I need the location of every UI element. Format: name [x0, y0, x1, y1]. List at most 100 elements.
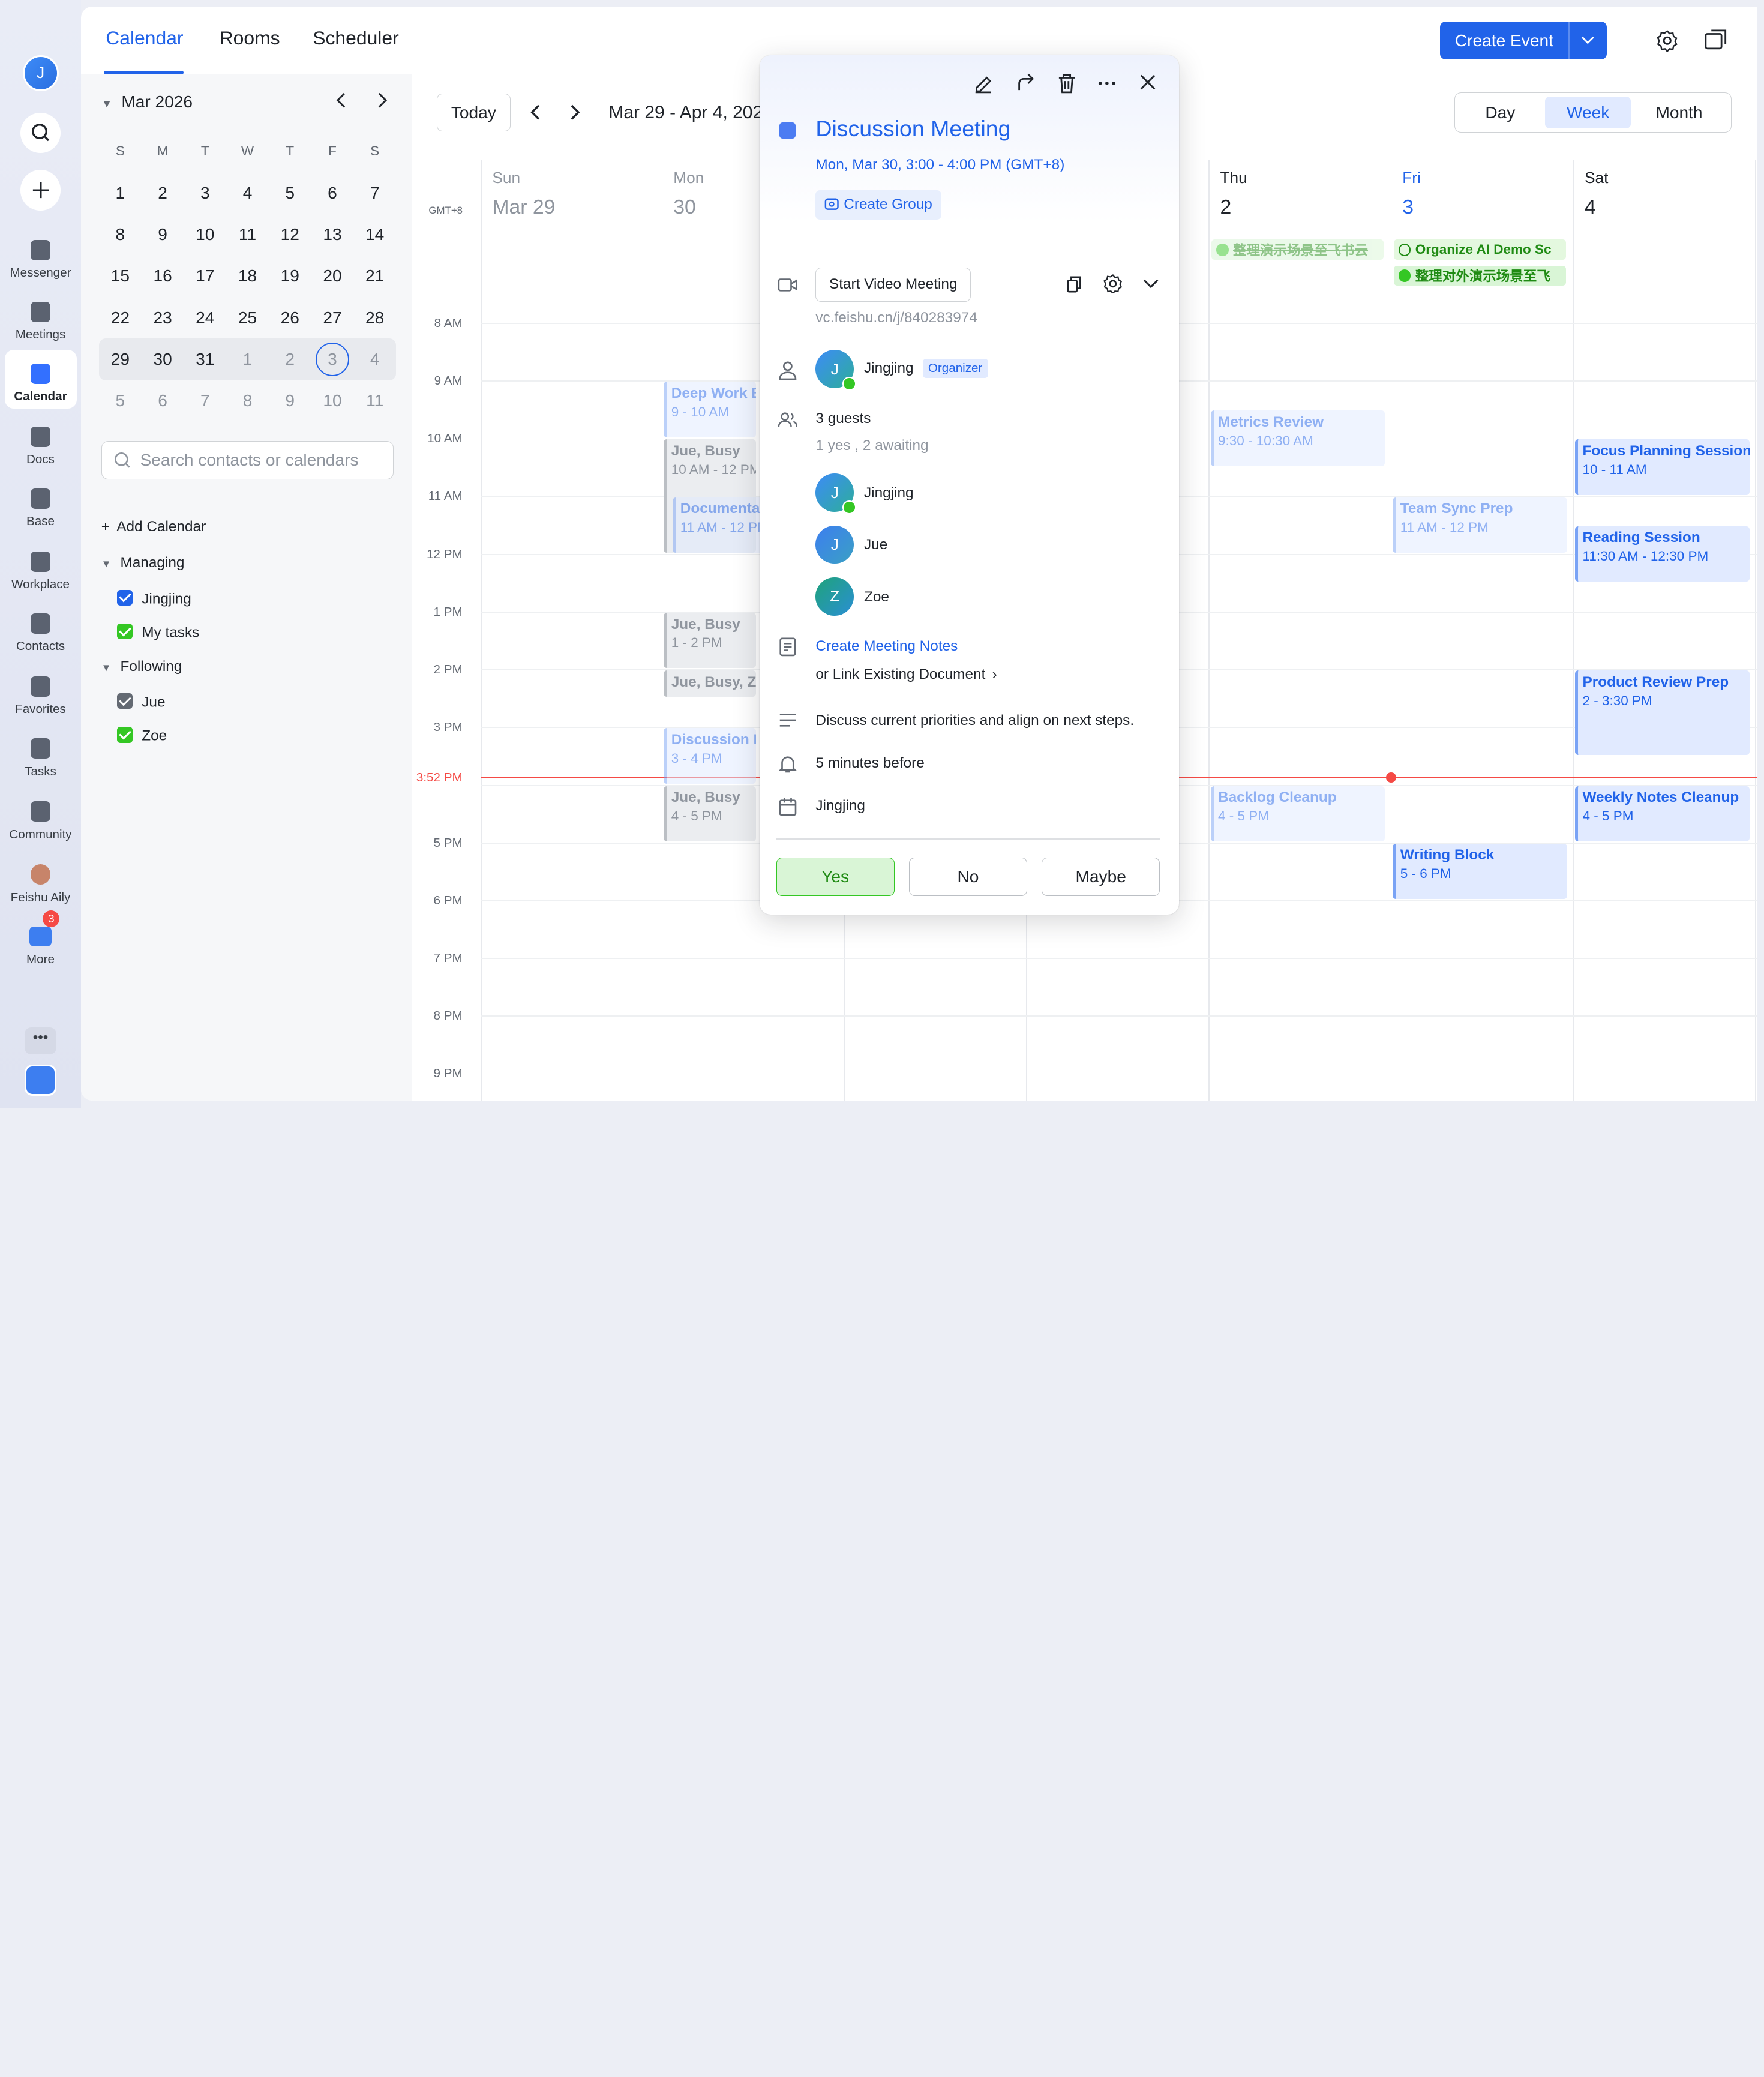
all-day-task[interactable]: 整理演示场景至飞书云 [1211, 239, 1384, 260]
view-week[interactable]: Week [1545, 97, 1631, 128]
copy-link-button[interactable] [1066, 275, 1084, 293]
calendar-event[interactable]: Documenta 11 AM - 12 PM [673, 497, 765, 553]
next-week-button[interactable] [569, 104, 581, 125]
calendar-event[interactable]: Product Review Prep 2 - 3:30 PM [1575, 670, 1750, 755]
close-popup-button[interactable] [1139, 73, 1157, 91]
mini-calendar-day[interactable]: 4 [353, 350, 396, 369]
mini-calendar-day[interactable]: 24 [184, 308, 226, 328]
mini-calendar-day[interactable]: 31 [184, 350, 226, 369]
rail-item-base[interactable]: Base [5, 475, 77, 534]
expand-video-options-button[interactable] [1143, 279, 1159, 288]
add-calendar-button[interactable]: + Add Calendar [101, 518, 206, 535]
guest-avatar[interactable]: Z [815, 577, 854, 616]
mini-calendar-day[interactable]: 9 [269, 391, 311, 410]
mini-calendar-header[interactable]: ▼ Mar 2026 [101, 92, 193, 112]
settings-button[interactable] [1656, 29, 1679, 57]
mini-calendar-day[interactable]: 12 [269, 225, 311, 244]
more-options-button[interactable] [1097, 73, 1117, 94]
edit-button[interactable] [973, 73, 994, 94]
mini-calendar-day[interactable]: 1 [226, 350, 269, 369]
mini-calendar-day[interactable]: 7 [184, 391, 226, 410]
create-event-dropdown[interactable] [1570, 36, 1607, 45]
calendar-event[interactable]: Jue, Busy 4 - 5 PM [664, 786, 756, 841]
mini-calendar-day[interactable]: 6 [142, 391, 184, 410]
view-month[interactable]: Month [1631, 97, 1727, 128]
guest-avatar[interactable]: J [815, 525, 854, 564]
calendar-event[interactable]: Reading Session 11:30 AM - 12:30 PM [1575, 526, 1750, 582]
rail-item-favorites[interactable]: Favorites [5, 663, 77, 721]
video-settings-button[interactable] [1103, 274, 1123, 294]
calendar-event[interactable]: Deep Work B 9 - 10 AM [664, 382, 756, 437]
next-month-button[interactable] [377, 92, 388, 113]
video-meeting-link[interactable]: vc.feishu.cn/j/840283974 [815, 310, 977, 326]
mini-calendar-day[interactable]: 9 [142, 225, 184, 244]
all-day-task[interactable]: Organize AI Demo Sc [1394, 239, 1566, 260]
rail-item-community[interactable]: Community [5, 788, 77, 847]
day-header[interactable]: Fri 3 [1390, 160, 1572, 284]
calendar-item-zoe[interactable]: Zoe [117, 727, 167, 745]
calendar-event[interactable]: Weekly Notes Cleanup 4 - 5 PM [1575, 786, 1750, 841]
mini-calendar-day[interactable]: 5 [99, 391, 142, 410]
calendar-item-jue[interactable]: Jue [117, 693, 166, 711]
tab-calendar[interactable]: Calendar [106, 27, 183, 49]
checkbox-icon[interactable] [117, 727, 133, 743]
rail-item-tasks[interactable]: Tasks [5, 725, 77, 784]
search-contacts-input[interactable]: Search contacts or calendars [101, 441, 394, 479]
task-open-icon[interactable] [1398, 243, 1411, 256]
rail-item-messenger[interactable]: Messenger [5, 226, 77, 285]
mini-calendar-day[interactable]: 10 [184, 225, 226, 244]
mini-calendar-day[interactable]: 18 [226, 266, 269, 286]
open-window-button[interactable] [1705, 29, 1727, 55]
create-group-button[interactable]: Create Group [815, 190, 941, 220]
day-header[interactable]: Sun Mar 29 [480, 160, 662, 284]
calendar-event[interactable]: Team Sync Prep 11 AM - 12 PM [1393, 497, 1567, 553]
prev-week-button[interactable] [530, 104, 541, 125]
tab-rooms[interactable]: Rooms [220, 27, 280, 49]
mini-calendar-day[interactable]: 22 [99, 308, 142, 328]
mini-calendar-day[interactable]: 15 [99, 266, 142, 286]
mini-calendar-day[interactable]: 27 [311, 308, 354, 328]
rsvp-maybe-button[interactable]: Maybe [1042, 857, 1160, 896]
rail-item-workplace[interactable]: Workplace [5, 538, 77, 597]
mini-calendar-day[interactable]: 25 [226, 308, 269, 328]
mini-calendar-day[interactable]: 3 [184, 184, 226, 203]
mini-calendar-day[interactable]: 29 [99, 350, 142, 369]
rail-item-meetings[interactable]: Meetings [5, 288, 77, 347]
mini-calendar-day[interactable]: 2 [269, 350, 311, 369]
today-button[interactable]: Today [436, 93, 511, 132]
calendar-event[interactable]: Jue, Busy, Z [664, 670, 756, 697]
mini-calendar-day[interactable]: 7 [353, 184, 396, 203]
mini-calendar-day[interactable]: 13 [311, 225, 354, 244]
rail-item-calendar[interactable]: Calendar [4, 350, 77, 409]
mini-calendar-day[interactable]: 30 [142, 350, 184, 369]
share-button[interactable] [1016, 73, 1036, 94]
day-header[interactable]: Sat 4 [1573, 160, 1754, 284]
mini-calendar-day[interactable]: 26 [269, 308, 311, 328]
start-video-meeting-button[interactable]: Start Video Meeting [815, 268, 971, 302]
rsvp-yes-button[interactable]: Yes [776, 857, 895, 896]
all-day-task[interactable]: 整理对外演示场景至飞 [1394, 265, 1566, 286]
search-button[interactable] [20, 112, 61, 153]
checkbox-icon[interactable] [117, 623, 133, 639]
task-done-icon[interactable] [1216, 243, 1229, 256]
mini-calendar-day[interactable]: 6 [311, 184, 354, 203]
mini-calendar-day[interactable]: 5 [269, 184, 311, 203]
mini-calendar-day[interactable]: 11 [226, 225, 269, 244]
calendar-event[interactable]: Discussion M 3 - 4 PM [664, 728, 756, 784]
mini-calendar-day[interactable]: 1 [99, 184, 142, 203]
guest-avatar[interactable]: J [815, 473, 856, 514]
rail-item-more[interactable]: More 3 [5, 910, 77, 972]
mini-calendar-day[interactable]: 28 [353, 308, 396, 328]
calendar-event[interactable]: Focus Planning Session 10 - 11 AM [1575, 439, 1750, 495]
day-header[interactable]: Thu 2 [1208, 160, 1390, 284]
prev-month-button[interactable] [335, 92, 347, 113]
mini-calendar-day[interactable]: 20 [311, 266, 354, 286]
add-button[interactable] [20, 170, 61, 211]
mini-calendar-day[interactable]: 17 [184, 266, 226, 286]
mini-calendar-day[interactable]: 4 [226, 184, 269, 203]
view-day[interactable]: Day [1455, 97, 1545, 128]
task-done-icon[interactable] [1398, 269, 1411, 282]
calendar-item-my-tasks[interactable]: My tasks [117, 623, 199, 642]
mini-calendar-day[interactable]: 11 [353, 391, 396, 410]
mini-calendar-day[interactable]: 21 [353, 266, 396, 286]
